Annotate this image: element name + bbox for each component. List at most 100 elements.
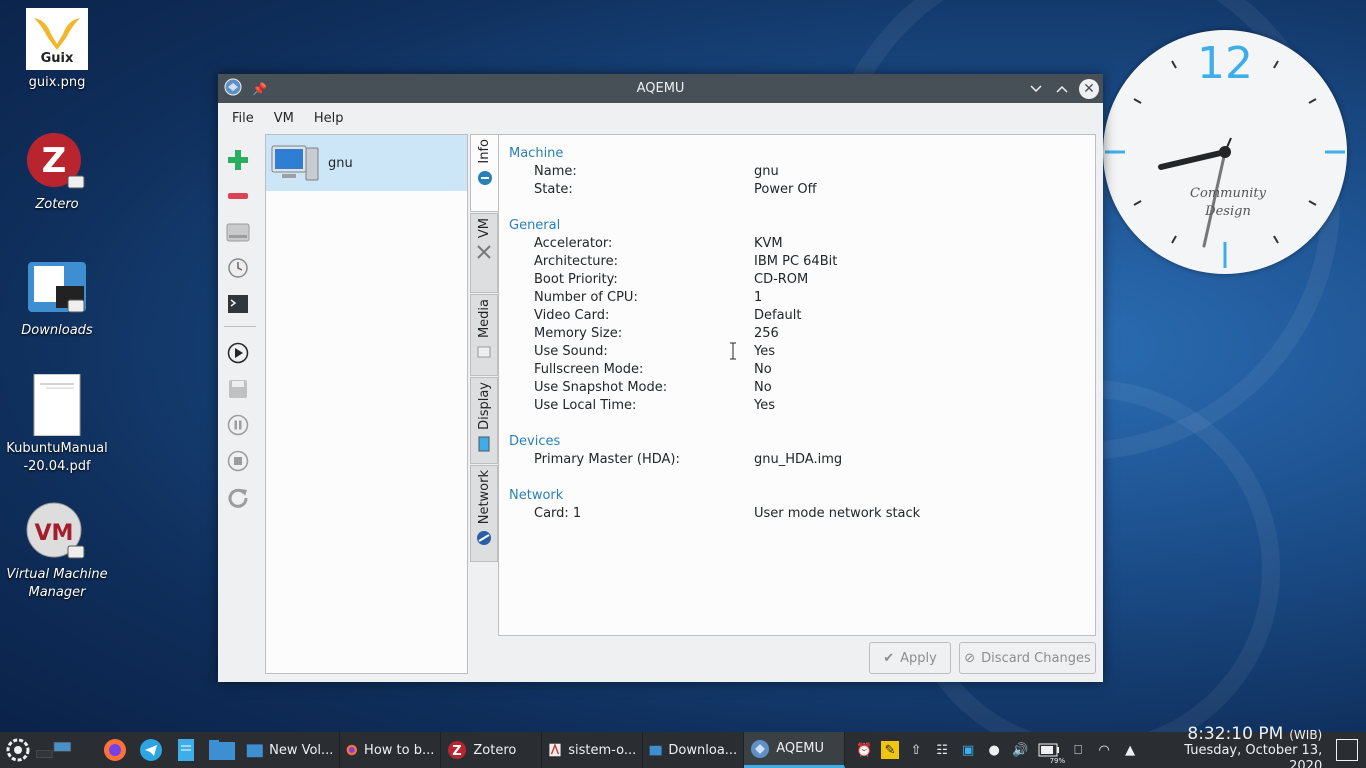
- task-aqemu[interactable]: AQEMU: [744, 732, 846, 768]
- delete-vm-button[interactable]: [222, 180, 254, 212]
- section-machine: Machine Name: gnu State: Power Off: [509, 145, 1095, 199]
- task-firefox[interactable]: How to b...: [340, 732, 442, 768]
- kde-connect-icon[interactable]: ▣: [959, 741, 977, 759]
- zotero-icon: Z: [26, 130, 88, 192]
- clock-date: Tuesday, October 13, 2020: [1184, 742, 1323, 768]
- refresh-icon: [228, 488, 248, 508]
- info-panel: Machine Name: gnu State: Power Off General…: [498, 134, 1096, 636]
- vm-snapshot-button[interactable]: [222, 252, 254, 284]
- save-vm-button[interactable]: [222, 373, 254, 405]
- vm-name: gnu: [328, 155, 353, 171]
- clipboard-icon[interactable]: ☷: [933, 741, 951, 759]
- desktop-icon-label: Virtual Machine: [6, 567, 108, 582]
- svg-text:Guix: Guix: [41, 51, 74, 66]
- virt-manager-icon: VM: [26, 500, 88, 562]
- discard-changes-button[interactable]: ⊘ Discard Changes: [959, 642, 1096, 674]
- tools-icon: [477, 245, 491, 259]
- add-vm-button[interactable]: [222, 144, 254, 176]
- pager-icon[interactable]: [35, 732, 72, 768]
- desktop-icon-downloads[interactable]: Downloads: [2, 256, 112, 340]
- desktop-icon-label: Zotero: [35, 197, 79, 212]
- expand-tray-icon[interactable]: ▲: [1121, 741, 1139, 759]
- section-devices: Devices Primary Master (HDA): gnu_HDA.img: [509, 433, 1095, 469]
- firefox-icon[interactable]: [97, 732, 133, 768]
- application-launcher-icon[interactable]: [0, 732, 36, 768]
- save-icon: [229, 380, 247, 398]
- svg-text:Z: Z: [453, 744, 462, 759]
- svg-text:Z: Z: [42, 141, 67, 181]
- info-row: Boot Priority: CD-ROM: [534, 272, 809, 287]
- desktop-icon-kubuntu-manual[interactable]: KubuntuManual -20.04.pdf: [2, 373, 112, 476]
- tab-media[interactable]: Media: [470, 294, 498, 376]
- usb-icon[interactable]: ⎕: [1069, 741, 1087, 759]
- section-title: Network: [509, 488, 564, 503]
- section-general: General Accelerator: KVM Architecture: IBM…: [509, 217, 1095, 415]
- tab-display[interactable]: Display: [470, 377, 498, 464]
- update-icon[interactable]: ⇧: [907, 741, 925, 759]
- menu-vm[interactable]: VM: [264, 111, 304, 126]
- stop-icon: [227, 450, 249, 472]
- display-icon: [478, 436, 490, 452]
- task-downloads[interactable]: Downloa...: [643, 732, 745, 768]
- pin-icon[interactable]: 📌: [252, 82, 267, 96]
- telegram-icon[interactable]: [133, 732, 169, 768]
- info-row: Name: gnu: [534, 164, 779, 179]
- text-cursor-icon: [730, 342, 736, 360]
- tab-info[interactable]: Info: [470, 134, 498, 212]
- text-editor-icon[interactable]: [168, 732, 204, 768]
- task-zotero[interactable]: Z Zotero: [441, 732, 543, 768]
- info-row: Use Local Time: Yes: [534, 398, 775, 413]
- notes-icon[interactable]: ✎: [881, 741, 900, 759]
- tab-network[interactable]: Network: [470, 465, 498, 562]
- lightbulb-icon[interactable]: ●: [985, 741, 1003, 759]
- section-network: Network Card: 1 User mode network stack: [509, 487, 1095, 523]
- tab-vm[interactable]: VM: [470, 213, 498, 293]
- show-desktop-button[interactable]: [1336, 739, 1358, 761]
- alarm-icon[interactable]: ⏰: [855, 741, 873, 759]
- reset-vm-button[interactable]: [222, 481, 254, 513]
- image-file-icon: Guix: [26, 8, 88, 70]
- digital-clock[interactable]: 8:32:10 PM (WIB) Tuesday, October 13, 202…: [1149, 725, 1323, 768]
- task-sistem[interactable]: sistem-o...: [542, 732, 644, 768]
- close-icon[interactable]: ✕: [1079, 78, 1099, 99]
- maximize-icon[interactable]: [1053, 80, 1071, 98]
- pdf-file-icon: [26, 373, 88, 437]
- desktop-icon-virt-manager[interactable]: VM Virtual Machine Manager: [2, 500, 112, 602]
- checkmark-icon: ✔: [883, 650, 895, 666]
- stop-vm-button[interactable]: [222, 445, 254, 477]
- apply-button[interactable]: ✔ Apply: [869, 642, 951, 674]
- menu-help[interactable]: Help: [304, 111, 354, 126]
- terminal-icon: [228, 295, 248, 313]
- desktop-icon-guix[interactable]: Guix guix.png: [2, 8, 112, 92]
- vm-list: gnu: [265, 134, 468, 674]
- clock-timezone: (WIB): [1289, 727, 1323, 742]
- battery-percent: 79%: [1049, 757, 1066, 765]
- volume-icon[interactable]: 🔊: [1011, 741, 1029, 759]
- app-icon[interactable]: [224, 78, 242, 100]
- minimize-icon[interactable]: [1027, 80, 1045, 98]
- vm-console-button[interactable]: [222, 288, 254, 320]
- latex-editor-icon: [549, 743, 561, 757]
- info-row: Fullscreen Mode: No: [534, 362, 772, 377]
- window-titlebar[interactable]: 📌 AQEMU ✕: [218, 74, 1103, 103]
- vm-hdd-button[interactable]: [222, 216, 254, 248]
- vm-list-item[interactable]: gnu: [266, 135, 467, 191]
- section-title: Devices: [509, 434, 561, 449]
- file-manager-icon[interactable]: [204, 732, 240, 768]
- wifi-icon[interactable]: ◠: [1095, 741, 1113, 759]
- desktop-icon-label: Manager: [28, 585, 86, 600]
- battery-icon[interactable]: 79%: [1037, 741, 1065, 765]
- desktop-icon-label: Downloads: [21, 323, 93, 338]
- task-new-volume[interactable]: New Vol...: [240, 732, 341, 768]
- menu-file[interactable]: File: [222, 111, 264, 126]
- analog-clock-widget[interactable]: 12 Community Design: [1103, 30, 1347, 274]
- desktop-icon-label: guix.png: [28, 75, 86, 90]
- pause-vm-button[interactable]: [222, 409, 254, 441]
- desktop-icon-zotero[interactable]: Z Zotero: [2, 130, 112, 214]
- computer-icon: [271, 145, 319, 181]
- info-row: Memory Size: 256: [534, 326, 779, 341]
- info-row: Use Sound: Yes: [534, 344, 775, 359]
- start-vm-button[interactable]: [222, 337, 254, 369]
- firefox-icon: [347, 744, 358, 756]
- folder-icon: [246, 744, 263, 758]
